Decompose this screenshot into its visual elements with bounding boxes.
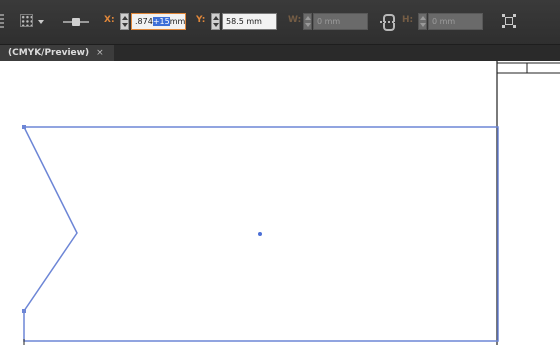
y-stepper[interactable] bbox=[211, 13, 220, 30]
h-label: H: bbox=[402, 15, 414, 25]
w-stepper[interactable] bbox=[303, 13, 312, 30]
anchor-point[interactable] bbox=[22, 309, 26, 313]
control-bar: X: .874+15mm Y: 58.5 mm W: 0 mm H: 0 mm bbox=[0, 0, 560, 45]
link-proportions-icon[interactable] bbox=[380, 14, 396, 31]
x-value-suffix: mm bbox=[169, 17, 186, 26]
close-icon[interactable]: × bbox=[96, 45, 104, 61]
reference-point-icon bbox=[20, 14, 33, 27]
artboard-canvas[interactable] bbox=[0, 61, 560, 345]
document-tab-title: (CMYK/Preview) bbox=[8, 48, 90, 58]
x-field[interactable]: .874+15mm bbox=[131, 13, 186, 30]
document-tab[interactable]: (CMYK/Preview) × bbox=[0, 45, 114, 61]
constrain-icon[interactable] bbox=[63, 16, 93, 28]
w-field[interactable]: 0 mm bbox=[313, 13, 368, 30]
x-value-prefix: .874 bbox=[135, 17, 153, 26]
artwork-svg bbox=[22, 61, 560, 345]
anchor-point[interactable] bbox=[22, 125, 26, 129]
reference-point-selector[interactable] bbox=[18, 13, 48, 30]
w-label: W: bbox=[288, 15, 302, 25]
x-value-selection: +15 bbox=[152, 17, 170, 26]
x-label: X: bbox=[104, 15, 115, 25]
panel-grip-icon[interactable] bbox=[0, 14, 4, 30]
h-stepper[interactable] bbox=[418, 13, 427, 30]
center-point bbox=[258, 232, 262, 236]
document-tab-bar: (CMYK/Preview) × bbox=[0, 45, 560, 61]
y-field[interactable]: 58.5 mm bbox=[222, 13, 277, 30]
x-stepper[interactable] bbox=[120, 13, 129, 30]
h-field[interactable]: 0 mm bbox=[428, 13, 483, 30]
y-label: Y: bbox=[196, 15, 206, 25]
transform-icon[interactable] bbox=[502, 14, 516, 28]
chevron-down-icon bbox=[38, 20, 44, 24]
